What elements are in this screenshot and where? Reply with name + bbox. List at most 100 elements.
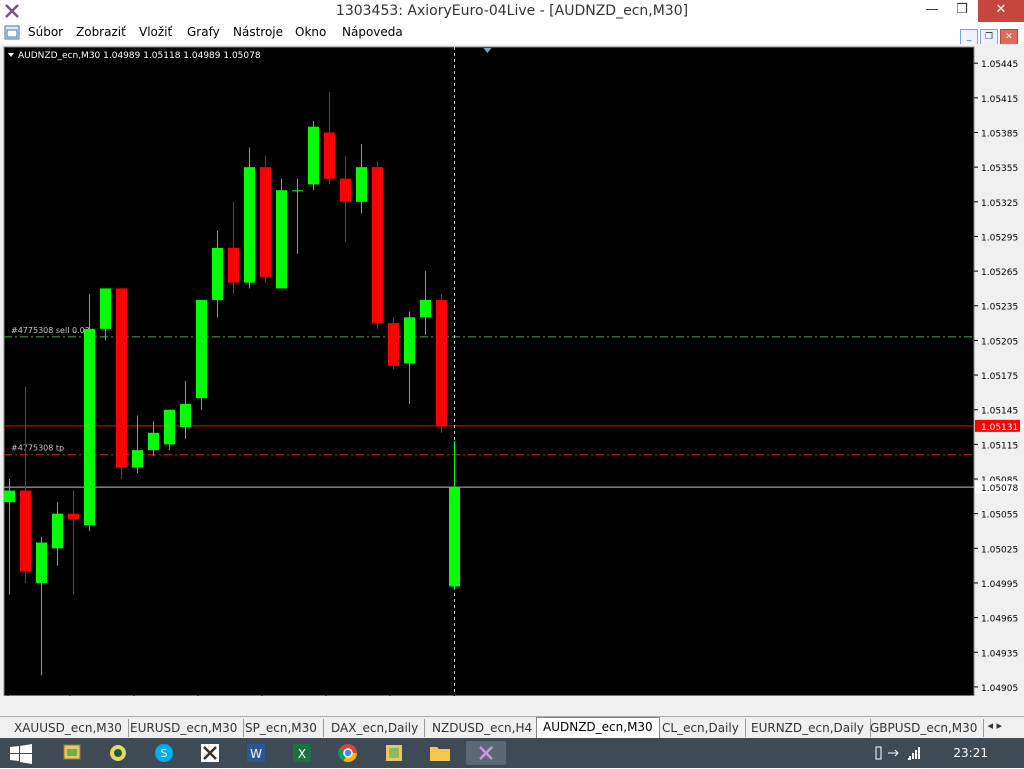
candle-body (449, 487, 460, 587)
candle-body (212, 247, 223, 300)
candle-body (180, 403, 191, 428)
candle-body (340, 178, 351, 202)
tab-dax[interactable]: DAX_ecn,Daily (325, 719, 426, 737)
time-label: 23 Sep 20:00 (326, 686, 386, 696)
tab-xauusd[interactable]: XAUUSD_ecn,M30 (8, 719, 129, 737)
chart-frame: 1.05445 1.05415 1.05385 1.05355 1.05325 1.052… (0, 44, 1024, 716)
skype-icon[interactable]: S (144, 741, 184, 765)
price-chart[interactable]: 1.05445 1.05415 1.05385 1.05355 1.05325 1.052… (3, 46, 1021, 696)
system-tray[interactable] (874, 745, 934, 764)
tab-sp[interactable]: SP_ecn,M30 (239, 719, 324, 737)
candle-body (20, 490, 31, 572)
price-label: 1.05415 (981, 95, 1018, 105)
candle-body (372, 167, 383, 324)
time-label: 23 Sep 14:00 (134, 686, 194, 696)
price-label: 1.05055 (981, 511, 1018, 521)
app-icon[interactable] (98, 741, 138, 765)
bid-price: 1.05078 (981, 484, 1018, 494)
candle-body (388, 323, 399, 366)
price-label: 1.04995 (981, 580, 1018, 590)
candle-body (68, 513, 79, 520)
explorer-icon[interactable] (52, 741, 92, 765)
chart-window-icon[interactable] (4, 25, 20, 40)
tab-cl[interactable]: CL_ecn,Daily (656, 719, 746, 737)
taskbar: S W X 23:21 (0, 738, 1024, 768)
candle-body (292, 190, 303, 192)
menu-help[interactable]: Nápoveda (342, 25, 403, 39)
maximize-button[interactable]: ❒ (947, 0, 977, 22)
chart-tabs: XAUUSD_ecn,M30 EURUSD_ecn,M30 SP_ecn,M30… (0, 716, 1024, 739)
tab-eurusd[interactable]: EURUSD_ecn,M30 (124, 719, 245, 737)
windows-start-icon[interactable] (10, 744, 32, 764)
price-label: 1.05145 (981, 407, 1018, 417)
price-label: 1.05265 (981, 268, 1018, 278)
chrome-icon[interactable] (328, 741, 368, 765)
candle-body (260, 167, 271, 277)
candle-body (36, 542, 47, 583)
metatrader-active-icon[interactable] (466, 741, 506, 765)
symbol-info: AUDNZD_ecn,M30 1.04989 1.05118 1.04989 1… (18, 51, 261, 61)
price-label: 1.04905 (981, 684, 1018, 694)
candle-body (404, 317, 415, 364)
price-label: 1.05235 (981, 303, 1018, 313)
candle-body (4, 490, 15, 503)
time-label: 23 Sep 12:00 (70, 686, 130, 696)
minimize-button[interactable]: — (917, 0, 947, 22)
menu-bar: Súbor Zobraziť Vložiť Grafy Nástroje Okn… (0, 22, 1024, 46)
tab-nzdusd[interactable]: NZDUSD_ecn,H4 (426, 719, 540, 737)
price-label: 1.05325 (981, 199, 1018, 209)
window-title: 1303453: AxioryEuro-04Live - [AUDNZD_ecn… (335, 3, 689, 19)
paint-icon[interactable] (374, 741, 414, 765)
menu-charts[interactable]: Grafy (187, 25, 220, 39)
candle-body (116, 288, 127, 468)
price-label: 1.05385 (981, 129, 1018, 139)
price-label: 1.04965 (981, 615, 1018, 625)
close-button[interactable]: ✕ (978, 0, 1024, 22)
tab-audnzd[interactable]: AUDNZD_ecn,M30 (536, 717, 660, 739)
price-label: 1.05205 (981, 337, 1018, 347)
time-label: 23 Sep 2016 (8, 686, 65, 696)
candle-body (356, 167, 367, 202)
candle-body (228, 247, 239, 283)
tab-gbpusd[interactable]: GBPUSD_ecn,M30 (864, 719, 985, 737)
price-label: 1.05025 (981, 545, 1018, 555)
candle-body (132, 450, 143, 468)
time-label: 26 Sep 00:00 (454, 686, 514, 696)
tab-eurnzd[interactable]: EURNZD_ecn,Daily (745, 719, 871, 737)
candle-body (276, 190, 287, 289)
candle-body (436, 299, 447, 426)
price-label: 1.05445 (981, 60, 1018, 70)
candle-body (244, 167, 255, 283)
mdi-buttons: _ ❐ ✕ (958, 24, 1018, 46)
menu-file[interactable]: Súbor (28, 25, 63, 39)
price-label: 1.05115 (981, 441, 1018, 451)
order-level-label: #4775308 tp (11, 444, 64, 453)
time-label: 23 Sep 16:00 (198, 686, 258, 696)
tab-scroll-right-icon[interactable]: ▸ (996, 719, 1002, 732)
candle-body (148, 432, 159, 451)
svg-text:W: W (250, 747, 262, 761)
tab-scroll-left-icon[interactable]: ◂ (987, 719, 993, 732)
title-bar: 1303453: AxioryEuro-04Live - [AUDNZD_ecn… (0, 0, 1024, 22)
candle-body (84, 328, 95, 526)
price-label: 1.05295 (981, 233, 1018, 243)
word-icon[interactable]: W (236, 741, 276, 765)
folder-icon[interactable] (420, 741, 460, 765)
menu-tools[interactable]: Nástroje (233, 25, 283, 39)
price-label: 1.05175 (981, 372, 1018, 382)
candle-body (52, 513, 63, 549)
time-label: 23 Sep 18:00 (262, 686, 322, 696)
excel-icon[interactable]: X (282, 741, 322, 765)
metatrader-icon[interactable] (190, 741, 230, 765)
time-label: 23 Sep 22:00 (390, 686, 450, 696)
menu-window[interactable]: Okno (295, 25, 326, 39)
menu-insert[interactable]: Vložiť (139, 25, 172, 39)
chart-plot-area[interactable] (3, 46, 975, 696)
candle-body (100, 288, 111, 329)
menu-view[interactable]: Zobraziť (76, 25, 126, 39)
clock[interactable]: 23:21 (953, 746, 988, 760)
svg-text:S: S (161, 747, 168, 760)
price-label: 1.04935 (981, 649, 1018, 659)
order-level-label: #4775308 sell 0.03 (11, 326, 90, 335)
candle-body (308, 126, 319, 185)
